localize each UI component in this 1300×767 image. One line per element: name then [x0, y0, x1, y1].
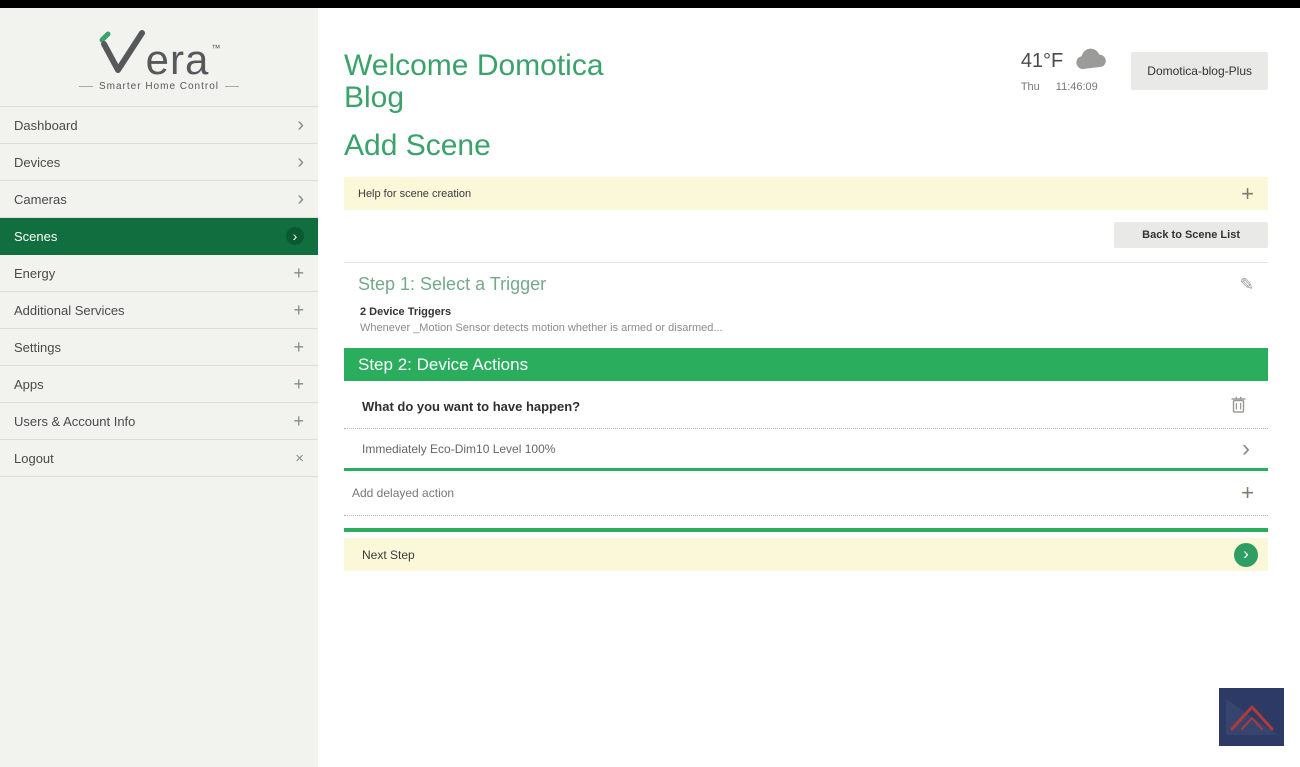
sidebar-item-users-account-info[interactable]: Users & Account Info + [0, 403, 318, 440]
vera-check-icon [98, 30, 146, 79]
plus-icon: + [293, 301, 304, 319]
temperature-value: 41°F [1021, 50, 1063, 73]
main-content: Welcome Domotica Blog 41°F Thu 11:46:09 [318, 8, 1300, 767]
logo-tagline: Smarter Home Control [79, 81, 239, 92]
close-icon: × [295, 451, 304, 466]
top-black-bar [0, 0, 1300, 8]
trigger-count: 2 Device Triggers [360, 306, 1254, 318]
next-step-button[interactable]: Next Step › [344, 538, 1268, 571]
cloud-icon [1073, 48, 1109, 75]
plus-icon: + [293, 264, 304, 282]
logo-wordmark: era [146, 41, 210, 79]
clock-time: 11:46:09 [1056, 81, 1098, 93]
chevron-right-icon: › [1242, 439, 1250, 458]
chevron-right-circle-icon: › [1234, 543, 1258, 567]
sidebar-item-label: Users & Account Info [14, 414, 135, 429]
trademark-symbol: ™ [211, 43, 220, 53]
welcome-heading: Welcome Domotica Blog [344, 50, 619, 113]
sidebar-item-devices[interactable]: Devices › [0, 144, 318, 181]
controller-selector-button[interactable]: Domotica-blog-Plus [1131, 52, 1268, 90]
header-right: 41°F Thu 11:46:09 Domotica-blog-Plus [1021, 48, 1268, 93]
sidebar-item-label: Apps [14, 377, 44, 392]
help-bar-label: Help for scene creation [358, 188, 471, 200]
chevron-right-circle-icon: › [286, 227, 304, 245]
add-delayed-label: Add delayed action [352, 486, 454, 500]
weather-day: Thu [1021, 81, 1040, 93]
chevron-right-icon: › [297, 115, 304, 135]
sidebar-item-label: Settings [14, 340, 61, 355]
plus-icon: + [293, 375, 304, 393]
help-for-scene-creation-bar[interactable]: Help for scene creation + [344, 177, 1268, 210]
sidebar-item-dashboard[interactable]: Dashboard › [0, 107, 318, 144]
sidebar-item-label: Scenes [14, 229, 57, 244]
trash-icon[interactable] [1231, 396, 1246, 416]
sidebar-item-label: Additional Services [14, 303, 125, 318]
next-step-label: Next Step [362, 548, 415, 562]
sidebar-menu: Dashboard › Devices › Cameras › Scenes ›… [0, 106, 318, 477]
plus-icon: + [293, 412, 304, 430]
step1-section: Step 1: Select a Trigger ✎ 2 Device Trig… [344, 262, 1268, 348]
back-to-scene-list-button[interactable]: Back to Scene List [1114, 222, 1268, 248]
step2-header-bar: Step 2: Device Actions [344, 348, 1268, 381]
sidebar-item-label: Cameras [14, 192, 67, 207]
weather-widget: 41°F Thu 11:46:09 [1021, 48, 1109, 93]
trigger-description: Whenever _Motion Sensor detects motion w… [360, 322, 1254, 334]
edit-pencil-icon[interactable]: ✎ [1240, 276, 1254, 293]
sidebar-item-label: Dashboard [14, 118, 78, 133]
trigger-summary-block: 2 Device Triggers Whenever _Motion Senso… [344, 304, 1268, 348]
expand-plus-icon[interactable]: + [1241, 183, 1254, 205]
sidebar-item-additional-services[interactable]: Additional Services + [0, 292, 318, 329]
plus-icon: + [293, 338, 304, 356]
sidebar-item-energy[interactable]: Energy + [0, 255, 318, 292]
sidebar: era ™ Smarter Home Control Dashboard › D… [0, 8, 318, 767]
immediate-action-row[interactable]: Immediately Eco-Dim10 Level 100% › [344, 429, 1268, 471]
sidebar-item-apps[interactable]: Apps + [0, 366, 318, 403]
sidebar-item-scenes[interactable]: Scenes › [0, 218, 318, 255]
chevron-right-icon: › [297, 189, 304, 209]
device-action-question-row: What do you want to have happen? [344, 381, 1268, 429]
step2-title: Step 2: Device Actions [358, 355, 528, 375]
chevron-right-icon: › [297, 152, 304, 172]
green-divider [344, 528, 1268, 532]
page-title: Add Scene [344, 129, 1268, 163]
plus-icon: + [1241, 482, 1254, 504]
vera-logo: era ™ Smarter Home Control [0, 8, 318, 106]
sidebar-item-cameras[interactable]: Cameras › [0, 181, 318, 218]
sidebar-item-label: Logout [14, 451, 54, 466]
scroll-to-top-button[interactable] [1219, 688, 1284, 746]
sidebar-item-label: Devices [14, 155, 60, 170]
action-label: Immediately Eco-Dim10 Level 100% [362, 442, 555, 456]
sidebar-item-label: Energy [14, 266, 55, 281]
question-label: What do you want to have happen? [362, 399, 580, 414]
step1-title: Step 1: Select a Trigger [358, 274, 546, 295]
sidebar-item-settings[interactable]: Settings + [0, 329, 318, 366]
add-delayed-action-row[interactable]: Add delayed action + [344, 471, 1268, 516]
sidebar-item-logout[interactable]: Logout × [0, 440, 318, 477]
